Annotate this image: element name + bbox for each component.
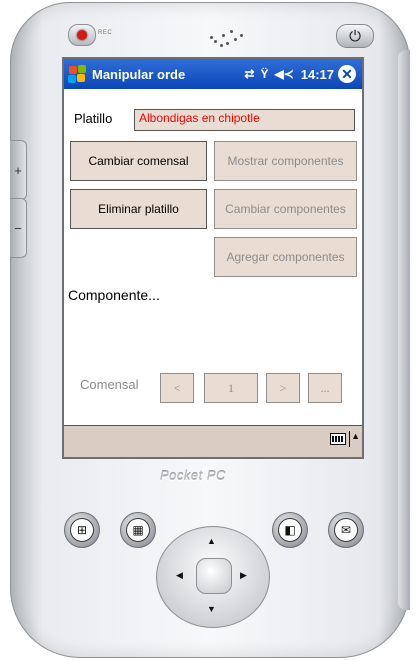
- mail-icon: ✉: [334, 518, 358, 542]
- windows-start-icon[interactable]: [68, 64, 88, 84]
- more-button[interactable]: ...: [308, 373, 342, 403]
- contacts-icon: ◧: [278, 518, 302, 542]
- componente-label: Componente...: [68, 287, 160, 303]
- clock[interactable]: 14:17: [301, 67, 334, 82]
- eliminar-platillo-button[interactable]: Eliminar platillo: [70, 189, 207, 229]
- dpad-left-icon[interactable]: ◀: [176, 570, 183, 581]
- close-icon[interactable]: ✕: [338, 65, 356, 83]
- device-screen: Manipular orde ⇄ Ÿ ◀︎≺ 14:17 ✕ Platillo …: [62, 57, 364, 459]
- calendar-icon: ▦: [126, 518, 150, 542]
- dpad-action-button[interactable]: [196, 558, 232, 594]
- comensal-number: 1: [204, 373, 258, 403]
- device-side-grip: [398, 50, 410, 610]
- inbox-hardware-button[interactable]: ✉: [328, 512, 364, 548]
- dpad-down-icon[interactable]: ▼: [207, 604, 216, 614]
- window-title: Manipular orde: [92, 66, 186, 82]
- dpad-up-icon[interactable]: ▲: [207, 536, 216, 546]
- rec-label: REC: [98, 30, 113, 36]
- power-button[interactable]: ⏻: [336, 24, 374, 48]
- start-hardware-button[interactable]: ⊞: [64, 512, 100, 548]
- title-bar: Manipular orde ⇄ Ÿ ◀︎≺ 14:17 ✕: [64, 59, 362, 89]
- cambiar-componentes-button[interactable]: Cambiar componentes: [214, 189, 357, 229]
- contacts-hardware-button[interactable]: ◧: [272, 512, 308, 548]
- speaker-grille: [202, 26, 252, 50]
- volume-icon[interactable]: ◀︎≺: [274, 67, 293, 81]
- next-comensal-button[interactable]: >: [266, 373, 300, 403]
- cambiar-comensal-button[interactable]: Cambiar comensal: [70, 141, 207, 181]
- keyboard-icon[interactable]: [330, 433, 346, 445]
- platillo-label: Platillo: [74, 111, 113, 126]
- volume-down-key[interactable]: −: [10, 198, 27, 258]
- prev-comensal-button[interactable]: <: [160, 373, 194, 403]
- pocket-pc-logo: Pocket PC: [160, 468, 226, 483]
- sync-icon[interactable]: ⇄: [244, 67, 254, 81]
- power-icon: ⏻: [349, 27, 361, 45]
- signal-icon[interactable]: Ÿ: [260, 67, 268, 81]
- agregar-componentes-button[interactable]: Agregar componentes: [214, 237, 357, 277]
- dpad-right-icon[interactable]: ▶: [240, 570, 247, 581]
- calendar-hardware-button[interactable]: ▦: [120, 512, 156, 548]
- menu-bar: ▲: [64, 425, 362, 457]
- windows-logo-icon: ⊞: [70, 518, 94, 542]
- input-selector-arrow-icon[interactable]: ▲: [351, 431, 360, 441]
- record-button[interactable]: [68, 24, 96, 46]
- platillo-value-field[interactable]: Albondigas en chipotle: [134, 109, 355, 131]
- comensal-label: Comensal: [80, 377, 139, 392]
- form-content: Platillo Albondigas en chipotle Cambiar …: [64, 89, 362, 425]
- volume-up-key[interactable]: +: [10, 140, 27, 200]
- mostrar-componentes-button[interactable]: Mostrar componentes: [214, 141, 357, 181]
